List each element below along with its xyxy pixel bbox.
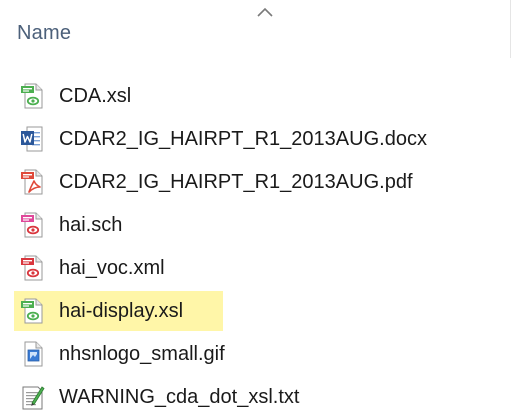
file-explorer: Name CDA.xsl CDAR2_IG_HAIRPT_R1_2013AUG.… — [0, 0, 520, 412]
xsl-file-icon — [18, 297, 46, 325]
word-document-icon — [18, 125, 46, 153]
xsl-file-icon — [18, 82, 46, 110]
file-row[interactable]: CDAR2_IG_HAIRPT_R1_2013AUG.docx — [0, 117, 520, 160]
xml-file-icon — [18, 254, 46, 282]
file-row[interactable]: CDA.xsl — [0, 74, 520, 117]
file-name: hai.sch — [59, 214, 123, 236]
file-row[interactable]: CDAR2_IG_HAIRPT_R1_2013AUG.pdf — [0, 160, 520, 203]
file-name: CDA.xsl — [59, 85, 132, 107]
name-column-header[interactable]: Name — [17, 22, 71, 45]
file-name: WARNING_cda_dot_xsl.txt — [59, 386, 300, 408]
pdf-file-icon — [18, 168, 46, 196]
file-row[interactable]: hai.sch — [0, 203, 520, 246]
file-row[interactable]: nhsnlogo_small.gif — [0, 332, 520, 375]
file-list: CDA.xsl CDAR2_IG_HAIRPT_R1_2013AUG.docx — [0, 74, 520, 412]
sch-file-icon — [18, 211, 46, 239]
file-row[interactable]: WARNING_cda_dot_xsl.txt — [0, 375, 520, 412]
image-file-icon — [18, 340, 46, 368]
text-file-icon — [18, 383, 46, 411]
file-row[interactable]: hai_voc.xml — [0, 246, 520, 289]
column-divider[interactable] — [510, 0, 511, 58]
file-row-selected[interactable]: hai-display.xsl — [0, 289, 520, 332]
file-name: nhsnlogo_small.gif — [59, 343, 225, 365]
file-name: hai_voc.xml — [59, 257, 165, 279]
chevron-up-icon — [257, 7, 273, 17]
file-name: hai-display.xsl — [59, 300, 184, 322]
file-name: CDAR2_IG_HAIRPT_R1_2013AUG.pdf — [59, 171, 413, 193]
column-header: Name — [0, 0, 520, 58]
file-name: CDAR2_IG_HAIRPT_R1_2013AUG.docx — [59, 128, 427, 150]
